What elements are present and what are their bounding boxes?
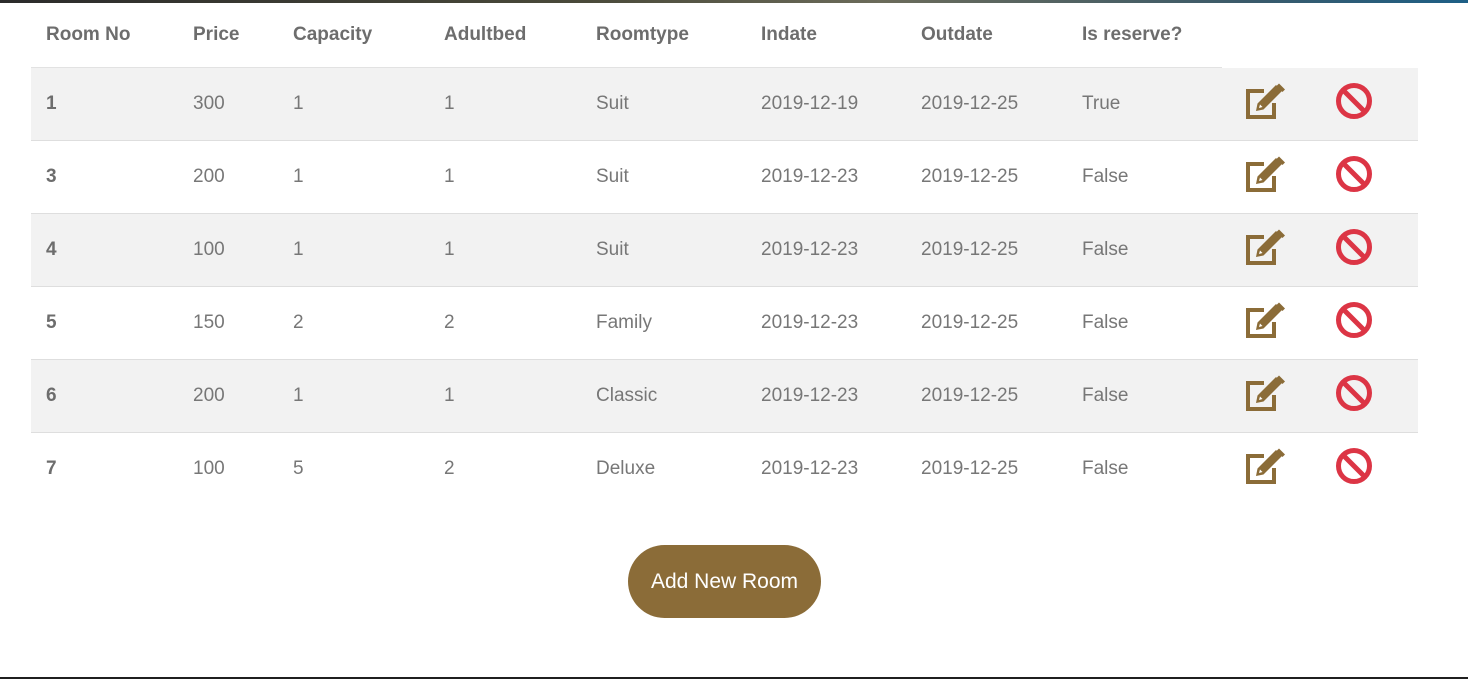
cell-roomtype: Family bbox=[596, 312, 652, 333]
cell-delete bbox=[1317, 214, 1418, 287]
column-header-delete bbox=[1317, 3, 1418, 68]
add-new-room-button[interactable]: Add New Room bbox=[628, 545, 821, 618]
ban-icon[interactable] bbox=[1334, 300, 1374, 346]
rooms-table: Room No Price Capacity Adultbed Roomtype… bbox=[31, 3, 1418, 506]
cell-room-no: 1 bbox=[46, 93, 57, 114]
cell-edit bbox=[1222, 141, 1317, 214]
cell-roomtype: Classic bbox=[596, 385, 658, 406]
column-header-adultbed: Adultbed bbox=[429, 3, 581, 68]
cell-indate: 2019-12-23 bbox=[761, 312, 859, 333]
cell-edit bbox=[1222, 287, 1317, 360]
cell-outdate: 2019-12-25 bbox=[921, 312, 1019, 333]
cell-delete bbox=[1317, 433, 1418, 506]
cell-adultbed: 2 bbox=[444, 458, 455, 480]
cell-is-reserve: False bbox=[1082, 166, 1129, 187]
header-row: Room No Price Capacity Adultbed Roomtype… bbox=[31, 3, 1418, 68]
table-header: Room No Price Capacity Adultbed Roomtype… bbox=[31, 3, 1418, 68]
cell-edit bbox=[1222, 214, 1317, 287]
cell-capacity: 2 bbox=[293, 312, 304, 333]
column-header-outdate: Outdate bbox=[906, 3, 1067, 68]
ban-icon[interactable] bbox=[1334, 154, 1374, 200]
cell-indate: 2019-12-23 bbox=[761, 166, 859, 187]
edit-icon[interactable] bbox=[1242, 81, 1286, 127]
table-row: 3 200 1 1 Suit 2019-12-23 2019-12-25 False bbox=[31, 140, 1418, 214]
edit-icon[interactable] bbox=[1242, 446, 1286, 492]
cell-outdate: 2019-12-25 bbox=[921, 458, 1019, 480]
cell-is-reserve: True bbox=[1082, 93, 1121, 114]
column-header-edit bbox=[1222, 3, 1317, 68]
ban-icon[interactable] bbox=[1334, 227, 1374, 273]
cell-indate: 2019-12-23 bbox=[761, 458, 859, 480]
cell-capacity: 1 bbox=[293, 385, 304, 406]
cell-adultbed: 2 bbox=[444, 312, 455, 333]
cell-delete bbox=[1317, 287, 1418, 360]
cell-adultbed: 1 bbox=[444, 166, 455, 187]
cell-adultbed: 1 bbox=[444, 239, 455, 260]
table-row: 5 150 2 2 Family 2019-12-23 2019-12-25 False bbox=[31, 286, 1418, 360]
table-row: 7 100 5 2 Deluxe 2019-12-23 2019-12-25 False bbox=[31, 432, 1418, 506]
cell-outdate: 2019-12-25 bbox=[921, 93, 1019, 114]
cell-roomtype: Suit bbox=[596, 239, 629, 260]
cell-is-reserve: False bbox=[1082, 385, 1129, 406]
ban-icon[interactable] bbox=[1334, 446, 1374, 492]
cell-capacity: 5 bbox=[293, 458, 304, 480]
cell-adultbed: 1 bbox=[444, 93, 455, 114]
cell-adultbed: 1 bbox=[444, 385, 455, 406]
ban-icon[interactable] bbox=[1334, 373, 1374, 419]
cell-edit bbox=[1222, 433, 1317, 506]
table-body: 1 300 1 1 Suit 2019-12-19 2019-12-25 True 3 200 1 1… bbox=[31, 67, 1418, 506]
edit-icon[interactable] bbox=[1242, 373, 1286, 419]
cell-price: 100 bbox=[193, 239, 225, 260]
edit-icon[interactable] bbox=[1242, 154, 1286, 200]
column-header-roomtype: Roomtype bbox=[581, 3, 746, 68]
page: Room No Price Capacity Adultbed Roomtype… bbox=[0, 0, 1468, 679]
cell-price: 150 bbox=[193, 312, 225, 333]
cell-roomtype: Suit bbox=[596, 93, 629, 114]
cell-roomtype: Deluxe bbox=[596, 458, 656, 480]
edit-icon[interactable] bbox=[1242, 227, 1286, 273]
cell-room-no: 6 bbox=[46, 385, 57, 406]
cell-capacity: 1 bbox=[293, 239, 304, 260]
cell-is-reserve: False bbox=[1082, 458, 1129, 480]
cell-is-reserve: False bbox=[1082, 239, 1129, 260]
cell-price: 100 bbox=[193, 458, 225, 480]
cell-delete bbox=[1317, 141, 1418, 214]
rooms-table-container: Room No Price Capacity Adultbed Roomtype… bbox=[31, 3, 1418, 506]
cell-outdate: 2019-12-25 bbox=[921, 385, 1019, 406]
cell-outdate: 2019-12-25 bbox=[921, 239, 1019, 260]
column-header-capacity: Capacity bbox=[278, 3, 429, 68]
cell-room-no: 4 bbox=[46, 239, 57, 260]
cell-delete bbox=[1317, 360, 1418, 433]
ban-icon[interactable] bbox=[1334, 81, 1374, 127]
cell-capacity: 1 bbox=[293, 93, 304, 114]
cell-room-no: 7 bbox=[46, 458, 57, 480]
cell-roomtype: Suit bbox=[596, 166, 629, 187]
cell-indate: 2019-12-23 bbox=[761, 239, 859, 260]
cell-room-no: 5 bbox=[46, 312, 57, 333]
cell-capacity: 1 bbox=[293, 166, 304, 187]
cell-indate: 2019-12-19 bbox=[761, 93, 859, 114]
cell-outdate: 2019-12-25 bbox=[921, 166, 1019, 187]
table-row: 6 200 1 1 Classic 2019-12-23 2019-12-25 False bbox=[31, 359, 1418, 433]
column-header-price: Price bbox=[178, 3, 278, 68]
table-row: 1 300 1 1 Suit 2019-12-19 2019-12-25 True bbox=[31, 67, 1418, 141]
cell-price: 200 bbox=[193, 166, 225, 187]
edit-icon[interactable] bbox=[1242, 300, 1286, 346]
cell-is-reserve: False bbox=[1082, 312, 1129, 333]
cell-delete bbox=[1317, 68, 1418, 141]
table-row: 4 100 1 1 Suit 2019-12-23 2019-12-25 False bbox=[31, 213, 1418, 287]
column-header-indate: Indate bbox=[746, 3, 906, 68]
cell-edit bbox=[1222, 360, 1317, 433]
column-header-is-reserve: Is reserve? bbox=[1067, 3, 1222, 68]
cell-room-no: 3 bbox=[46, 166, 57, 187]
cell-price: 200 bbox=[193, 385, 225, 406]
cell-edit bbox=[1222, 68, 1317, 141]
cell-indate: 2019-12-23 bbox=[761, 385, 859, 406]
cell-price: 300 bbox=[193, 93, 225, 114]
column-header-room-no: Room No bbox=[31, 3, 178, 68]
